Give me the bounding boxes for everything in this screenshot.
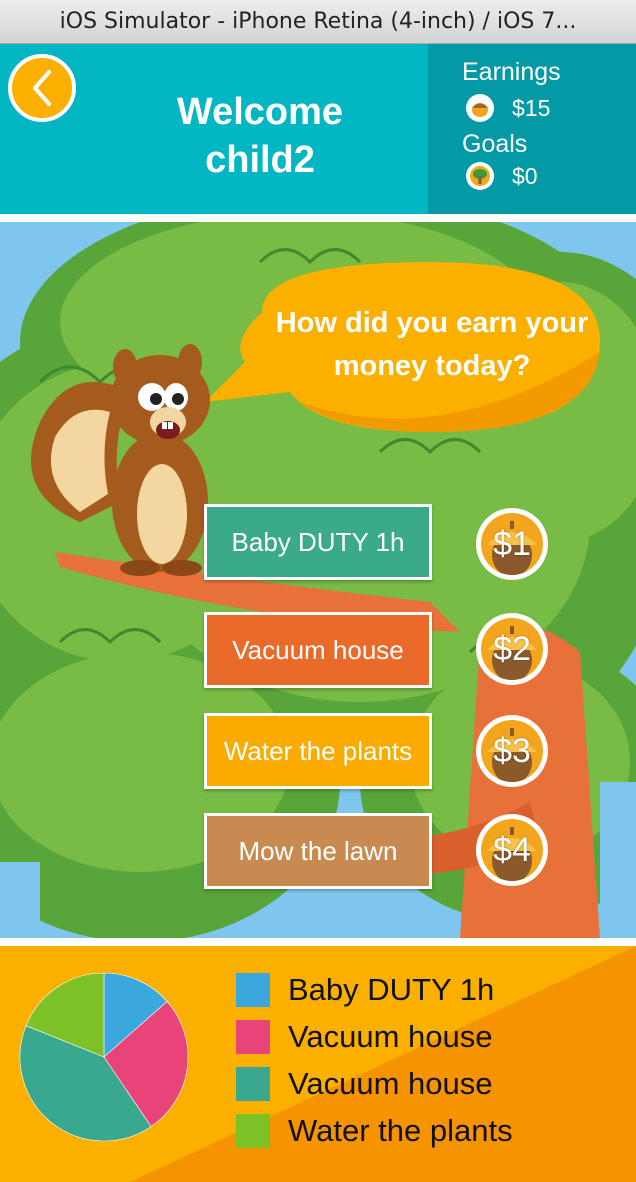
- earnings-breakdown: Baby DUTY 1h Vacuum house Vacuum house Wate…: [0, 946, 636, 1182]
- acorn-price-button[interactable]: $4: [476, 814, 548, 886]
- chore-button[interactable]: Vacuum house: [204, 612, 432, 688]
- chore-scene: How did you earn your money today? Baby …: [0, 222, 636, 938]
- acorn-icon: [466, 94, 494, 122]
- chore-button[interactable]: Baby DUTY 1h: [204, 504, 432, 580]
- chevron-left-icon: [33, 70, 51, 106]
- chore-price: $1: [493, 524, 531, 563]
- welcome-line: Welcome: [176, 91, 344, 133]
- tree-icon: [466, 162, 494, 190]
- legend-item: Vacuum house: [236, 1060, 513, 1107]
- legend-label: Vacuum house: [288, 1018, 493, 1054]
- chart-legend: Baby DUTY 1h Vacuum house Vacuum house Wate…: [236, 966, 513, 1154]
- acorn-icon: $4: [481, 819, 543, 881]
- acorn-price-button[interactable]: $3: [476, 715, 548, 787]
- goals-value: $0: [512, 162, 538, 189]
- chore-button[interactable]: Water the plants: [204, 713, 432, 789]
- legend-label: Water the plants: [288, 1112, 513, 1148]
- earnings-label: Earnings: [462, 58, 561, 86]
- legend-swatch: [236, 1113, 270, 1148]
- header-stats-panel: Earnings $15 Goals $0: [428, 44, 636, 214]
- speech-bubble-text: How did you earn your money today?: [275, 307, 589, 382]
- chore-price: $3: [493, 731, 531, 770]
- welcome-username: child2: [205, 139, 315, 181]
- earnings-pie-chart: [19, 972, 189, 1142]
- acorn-icon: $3: [481, 720, 543, 782]
- legend-item: Baby DUTY 1h: [236, 966, 513, 1013]
- acorn-price-button[interactable]: $1: [476, 508, 548, 580]
- back-button[interactable]: [8, 54, 76, 122]
- header: Welcome child2 Earnings $15 Goals $0: [0, 44, 636, 214]
- chore-price: $4: [493, 830, 531, 869]
- legend-label: Baby DUTY 1h: [288, 971, 495, 1007]
- earnings-row: $15: [466, 94, 550, 122]
- legend-swatch: [236, 1066, 270, 1101]
- goals-row: $0: [466, 162, 538, 190]
- legend-swatch: [236, 1019, 270, 1054]
- header-welcome-panel: Welcome child2: [0, 44, 428, 214]
- acorn-icon: $2: [481, 618, 543, 680]
- goals-label: Goals: [462, 130, 528, 158]
- legend-swatch: [236, 972, 270, 1007]
- chore-price: $2: [493, 629, 531, 668]
- chore-button[interactable]: Mow the lawn: [204, 813, 432, 889]
- earnings-value: $15: [512, 94, 551, 121]
- welcome-title: Welcome child2: [100, 88, 420, 184]
- legend-item: Water the plants: [236, 1107, 513, 1154]
- acorn-icon: $1: [481, 513, 543, 575]
- window-title: iOS Simulator - iPhone Retina (4-inch) /…: [59, 9, 577, 34]
- legend-label: Vacuum house: [288, 1065, 493, 1101]
- legend-item: Vacuum house: [236, 1013, 513, 1060]
- window-title-bar: iOS Simulator - iPhone Retina (4-inch) /…: [0, 0, 636, 44]
- acorn-price-button[interactable]: $2: [476, 613, 548, 685]
